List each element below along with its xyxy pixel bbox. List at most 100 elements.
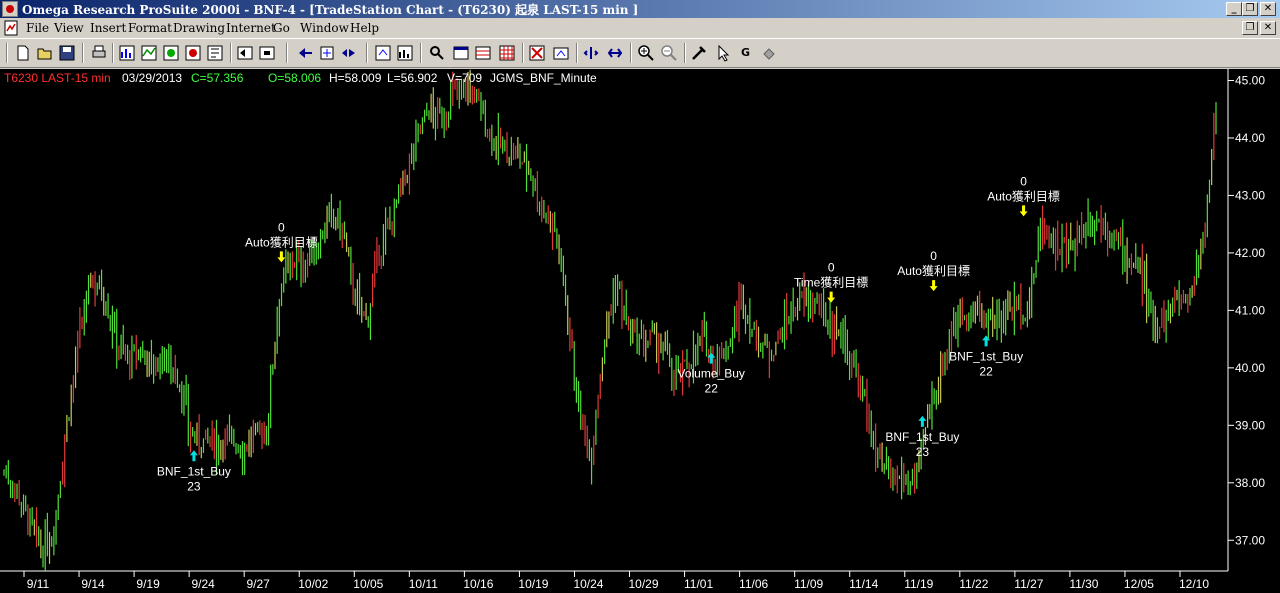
buy-signal-count: 22 (705, 382, 719, 396)
insert-text-icon[interactable] (184, 44, 202, 62)
buy-signal-label: Volume_Buy (678, 367, 745, 381)
pointer-icon[interactable] (714, 44, 732, 62)
open-icon[interactable] (36, 44, 54, 62)
x-tick-label: 10/24 (573, 577, 603, 591)
minimize-button[interactable]: _ (1226, 2, 1242, 16)
chart-window-icon[interactable] (396, 44, 414, 62)
header-date: 03/29/2013 (122, 71, 182, 85)
x-tick-label: 10/11 (409, 577, 438, 591)
zoom-in-icon[interactable] (582, 44, 600, 62)
x-tick-label: 11/30 (1069, 577, 1098, 591)
y-tick-label: 39.00 (1235, 418, 1265, 432)
menu-file[interactable]: File (26, 21, 49, 35)
y-tick-label: 42.00 (1235, 246, 1265, 260)
x-tick-label: 11/06 (739, 577, 768, 591)
print-icon[interactable] (90, 44, 108, 62)
header-study: JGMS_BNF_Minute (490, 71, 597, 85)
exit-signal-label: Auto獲利目標 (987, 189, 1060, 203)
buy-signal-count: 22 (979, 364, 993, 378)
header-volume: V=709 (447, 71, 482, 85)
toolbar: G (0, 38, 1280, 68)
sell-arrow (827, 291, 836, 303)
buy-signal-label: BNF_1st_Buy (949, 349, 1023, 363)
document-icon[interactable] (3, 20, 19, 36)
title-bar: Omega Research ProSuite 2000i - BNF-4 - … (0, 0, 1280, 18)
price-chart[interactable]: BNF_1st_Buy23Auto獲利目標0Volume_Buy22Time獲利… (0, 69, 1280, 593)
doc-restore-button[interactable]: ❐ (1242, 21, 1258, 35)
header-open: O=58.006 (268, 71, 321, 85)
exit-signal-label: Time獲利目標 (794, 276, 868, 290)
magnify-plus-icon[interactable] (637, 44, 655, 62)
x-tick-label: 10/02 (298, 577, 328, 591)
menu-bar: File View Insert Format Drawing Internet… (0, 18, 1280, 38)
zoom-compress-icon[interactable] (528, 44, 546, 62)
header-low: L=56.902 (387, 71, 438, 85)
radar-icon[interactable] (374, 44, 392, 62)
zoom-interval-icon[interactable] (498, 44, 516, 62)
chart-area[interactable]: BNF_1st_Buy 23 Auto獲利目標 0 Volume_Buy 22 Time獲利… (0, 69, 1280, 593)
x-tick-label: 11/19 (904, 577, 933, 591)
x-tick-label: 11/09 (794, 577, 823, 591)
y-tick-label: 37.00 (1235, 533, 1265, 547)
menu-help[interactable]: Help (350, 21, 379, 35)
buy-signal-label: BNF_1st_Buy (157, 464, 231, 478)
next-icon[interactable] (296, 44, 314, 62)
buy-signal-count: 23 (187, 479, 201, 493)
x-tick-label: 11/22 (959, 577, 988, 591)
help-icon[interactable] (760, 44, 778, 62)
x-tick-label: 10/16 (463, 577, 493, 591)
buy-arrow (918, 415, 927, 427)
menu-window[interactable]: Window (300, 21, 349, 35)
x-tick-label: 11/14 (849, 577, 878, 591)
menu-go[interactable]: Go (273, 21, 290, 35)
x-tick-label: 10/29 (629, 577, 659, 591)
menu-insert[interactable]: Insert (90, 21, 126, 35)
y-tick-label: 43.00 (1235, 188, 1265, 202)
zoom-out-icon[interactable] (606, 44, 624, 62)
back-icon[interactable] (236, 44, 254, 62)
insert-indicator-icon[interactable] (140, 44, 158, 62)
save-icon[interactable] (58, 44, 76, 62)
x-tick-label: 12/05 (1124, 577, 1154, 591)
menu-drawing[interactable]: Drawing (173, 21, 225, 35)
buy-arrow (189, 450, 198, 462)
magnify-minus-icon[interactable] (660, 44, 678, 62)
y-tick-label: 40.00 (1235, 361, 1265, 375)
menu-view[interactable]: View (54, 21, 84, 35)
buy-signal-count: 23 (916, 445, 930, 459)
x-tick-label: 11/27 (1014, 577, 1043, 591)
x-tick-label: 10/05 (353, 577, 383, 591)
new-icon[interactable] (14, 44, 32, 62)
maximize-button[interactable]: ❐ (1242, 2, 1258, 16)
x-tick-label: 10/19 (518, 577, 548, 591)
x-tick-label: 12/10 (1179, 577, 1209, 591)
gauge-icon[interactable] (552, 44, 570, 62)
insert-chart-icon[interactable] (118, 44, 136, 62)
optionstation-icon[interactable] (428, 44, 446, 62)
x-tick-label: 11/01 (684, 577, 713, 591)
grid-icon[interactable] (452, 44, 470, 62)
buy-signal-label: BNF_1st_Buy (885, 430, 959, 444)
data-window-icon[interactable] (318, 44, 336, 62)
menu-internet[interactable]: Internet (226, 21, 276, 35)
doc-close-button[interactable]: ✕ (1260, 21, 1276, 35)
close-button[interactable]: ✕ (1260, 2, 1276, 16)
bars-icon[interactable] (474, 44, 492, 62)
strategy-report-icon[interactable] (340, 44, 358, 62)
x-tick-label: 9/19 (136, 577, 160, 591)
format-icon[interactable] (206, 44, 224, 62)
forward-icon[interactable] (258, 44, 276, 62)
global-icon[interactable]: G (737, 44, 755, 62)
x-tick-label: 9/11 (27, 577, 50, 591)
app-icon[interactable] (2, 1, 18, 17)
x-tick-label: 9/27 (247, 577, 271, 591)
header-close: C=57.356 (191, 71, 244, 85)
y-tick-label: 45.00 (1235, 73, 1265, 87)
insert-strategy-icon[interactable] (162, 44, 180, 62)
x-tick-label: 9/14 (81, 577, 105, 591)
tools-icon[interactable] (690, 44, 708, 62)
y-tick-label: 38.00 (1235, 476, 1265, 490)
exit-signal-label: Auto獲利目標 (245, 235, 318, 249)
sell-arrow (1019, 205, 1028, 217)
menu-format[interactable]: Format (128, 21, 172, 35)
